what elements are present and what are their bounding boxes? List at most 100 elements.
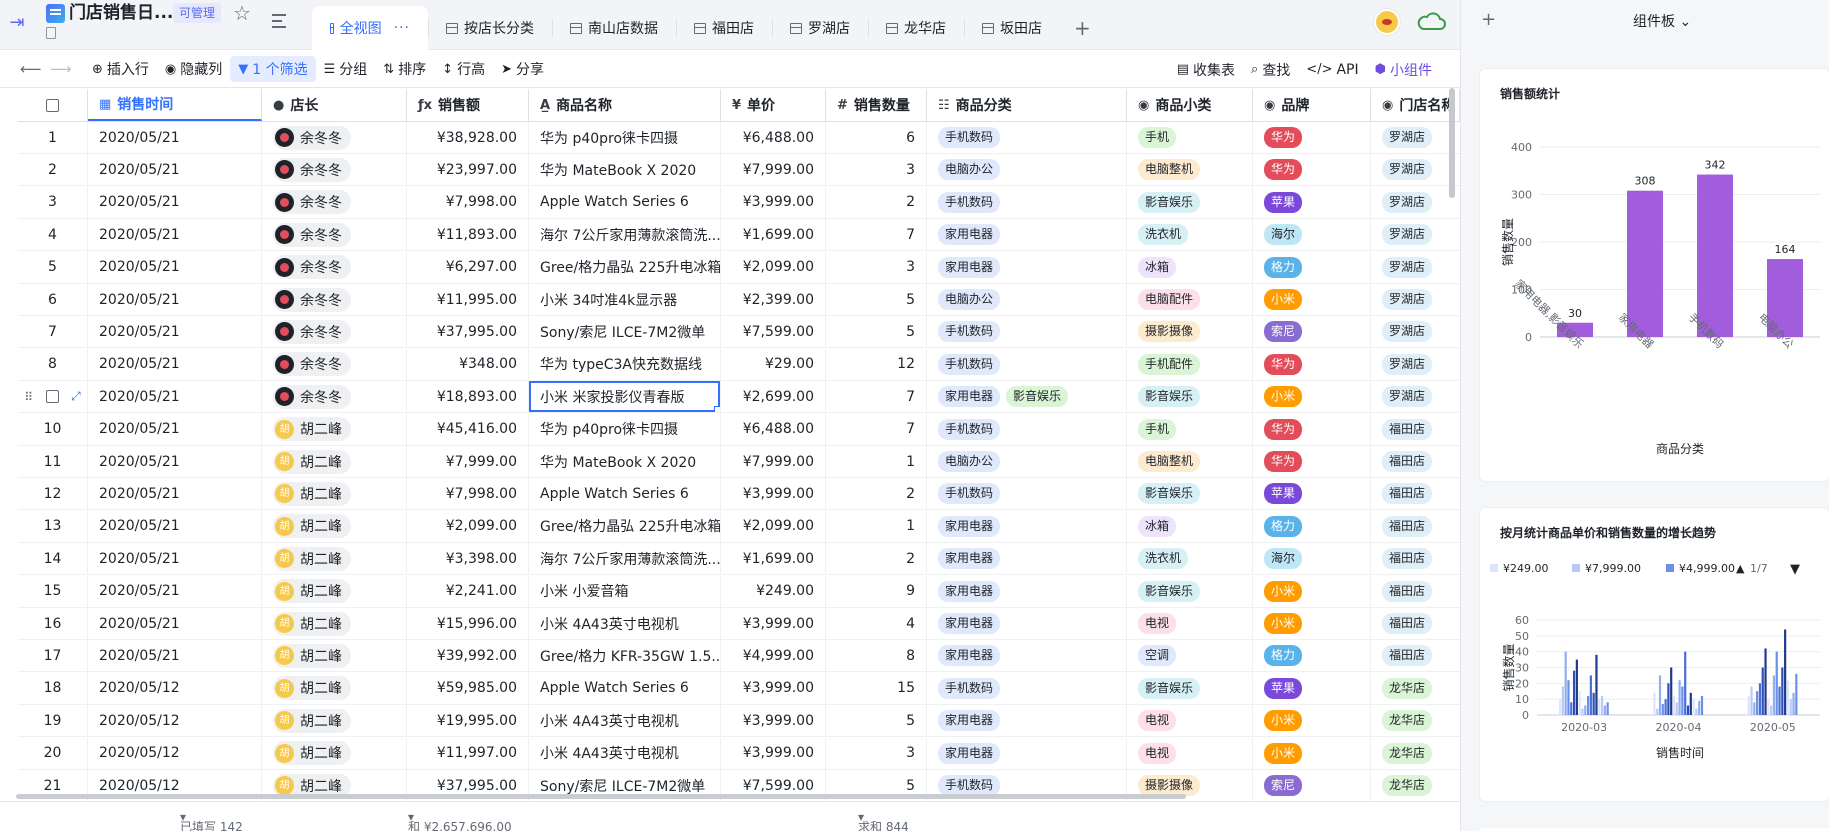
table-row[interactable]: 6 2020/05/21 余冬冬 ¥11,995.00 小米 34吋准4k显示器 ¥2,3… [18,284,1460,316]
cell-product-name[interactable]: 华为 MateBook X 2020 [529,154,721,186]
cell-brand[interactable]: 华为 [1253,348,1371,380]
row-index[interactable]: ⠿ ⤢ [18,381,88,413]
cell-product-name[interactable]: 华为 typeC3A快充数据线 [529,348,721,380]
cell-sale-time[interactable]: 2020/05/12 [88,737,262,769]
cell-brand[interactable]: 华为 [1253,122,1371,153]
cell-brand[interactable]: 苹果 [1253,478,1371,510]
cell-manager[interactable]: 余冬冬 [262,381,407,413]
row-height-button[interactable]: ↕ 行高 [434,56,493,82]
cell-subcategory[interactable]: 影音娱乐 [1127,575,1253,607]
cell-unit-price[interactable]: ¥2,099.00 [721,510,826,542]
widget-board-dropdown[interactable]: 组件板 ⌄ [1633,11,1691,31]
cell-subcategory[interactable]: 手机 [1127,122,1253,153]
row-index[interactable]: 1 [18,122,88,153]
cell-sale-time[interactable]: 2020/05/21 [88,186,262,218]
cell-manager[interactable]: 胡胡二峰 [262,510,407,542]
cell-store[interactable]: 罗湖店 [1371,154,1460,185]
cell-sale-time[interactable]: 2020/05/21 [88,122,262,153]
cell-product-name[interactable]: Gree/格力晶弘 225升电冰箱 [529,510,721,542]
cell-brand[interactable]: 格力 [1253,251,1371,283]
cell-store[interactable]: 福田店 [1371,576,1460,607]
column-header-quantity[interactable]: # 销售数量 [826,89,927,121]
cell-sale-time[interactable]: 2020/05/21 [88,316,262,348]
cell-subcategory[interactable]: 洗衣机 [1127,543,1253,575]
quantity-sum[interactable]: 求和 844 ▾ [858,810,909,831]
cell-sale-time[interactable]: 2020/05/21 [88,640,262,672]
vertical-scrollbar[interactable] [1449,88,1455,198]
cell-category[interactable]: 手机数码 [927,348,1127,380]
cell-sales[interactable]: ¥15,996.00 [407,608,529,639]
cell-store[interactable]: 福田店 [1371,446,1460,477]
cell-category[interactable]: 家用电器 [927,510,1127,542]
cell-store[interactable]: 龙华店 [1371,770,1460,801]
cell-store[interactable]: 福田店 [1371,414,1460,445]
table-row[interactable]: 14 2020/05/21 胡胡二峰 ¥3,398.00 海尔 7公斤家用薄款滚筒洗..… [18,543,1460,576]
cell-sales[interactable]: ¥37,995.00 [407,316,529,348]
cell-manager[interactable]: 胡胡二峰 [262,446,407,477]
row-index[interactable]: 10 [18,413,88,445]
cell-sales[interactable]: ¥348.00 [407,348,529,380]
cell-sales[interactable]: ¥18,893.00 [407,381,529,413]
cell-sales[interactable]: ¥59,985.00 [407,672,529,704]
cell-quantity[interactable]: 3 [826,251,927,283]
cell-brand[interactable]: 小米 [1253,608,1371,639]
cell-sale-time[interactable]: 2020/05/21 [88,348,262,380]
tab-bantian[interactable]: 坂田店 [964,6,1060,50]
cell-category[interactable]: 电脑办公 [927,284,1127,315]
cell-unit-price[interactable]: ¥2,699.00 [721,381,826,413]
cell-sale-time[interactable]: 2020/05/12 [88,672,262,704]
cell-unit-price[interactable]: ¥4,999.00 [721,640,826,672]
cell-category[interactable]: 家用电器 [927,705,1127,737]
checkbox[interactable] [46,98,59,112]
row-index[interactable]: 12 [18,478,88,510]
cell-product-name[interactable]: 海尔 7公斤家用薄款滚筒洗... [529,219,721,251]
cell-brand[interactable]: 索尼 [1253,770,1371,801]
cell-manager[interactable]: 胡胡二峰 [262,413,407,445]
add-view-button[interactable]: + [1060,6,1105,50]
cell-quantity[interactable]: 2 [826,186,927,218]
cell-product-name[interactable]: Apple Watch Series 6 [529,672,721,704]
cell-sales[interactable]: ¥3,398.00 [407,543,529,575]
cell-manager[interactable]: 余冬冬 [262,251,407,283]
cell-subcategory[interactable]: 影音娱乐 [1127,672,1253,704]
cell-manager[interactable]: 胡胡二峰 [262,575,407,607]
cell-subcategory[interactable]: 电脑整机 [1127,446,1253,477]
cell-subcategory[interactable]: 影音娱乐 [1127,478,1253,510]
cell-category[interactable]: 家用电器 [927,640,1127,672]
cell-brand[interactable]: 小米 [1253,284,1371,315]
cell-sales[interactable]: ¥39,992.00 [407,640,529,672]
cell-sales[interactable]: ¥2,099.00 [407,510,529,542]
hide-column-button[interactable]: ◉ 隐藏列 [157,56,230,82]
cell-quantity[interactable]: 12 [826,348,927,380]
cell-subcategory[interactable]: 影音娱乐 [1127,186,1253,218]
cell-store[interactable]: 福田店 [1371,608,1460,639]
insert-row-button[interactable]: ⊕ 插入行 [84,56,157,82]
cell-sales[interactable]: ¥7,998.00 [407,186,529,218]
cell-sales[interactable]: ¥11,893.00 [407,219,529,251]
column-header-subcategory[interactable]: ◉ 商品小类 [1127,89,1253,121]
cell-category[interactable]: 家用电器 [927,608,1127,639]
cell-brand[interactable]: 格力 [1253,510,1371,542]
cell-brand[interactable]: 苹果 [1253,672,1371,704]
cell-sale-time[interactable]: 2020/05/21 [88,575,262,607]
redo-icon[interactable]: ⟶ [50,60,72,78]
cell-quantity[interactable]: 5 [826,284,927,315]
cell-store[interactable]: 龙华店 [1371,705,1460,736]
table-row[interactable]: 8 2020/05/21 余冬冬 ¥348.00 华为 typeC3A快充数据线 ¥29.… [18,348,1460,381]
row-index[interactable]: 4 [18,219,88,251]
checkbox[interactable] [45,390,59,404]
add-widget-button[interactable]: + [1481,9,1496,30]
cell-category[interactable]: 家用电器 [927,737,1127,769]
cell-manager[interactable]: 余冬冬 [262,154,407,186]
cell-subcategory[interactable]: 洗衣机 [1127,219,1253,251]
cell-quantity[interactable]: 3 [826,154,927,186]
cell-unit-price[interactable]: ¥1,699.00 [721,543,826,575]
api-button[interactable]: </> API [1298,57,1366,83]
cell-brand[interactable]: 苹果 [1253,186,1371,218]
cell-unit-price[interactable]: ¥2,099.00 [721,251,826,283]
table-row[interactable]: 11 2020/05/21 胡胡二峰 ¥7,999.00 华为 MateBook X 2… [18,446,1460,478]
cell-quantity[interactable]: 9 [826,575,927,607]
cell-category[interactable]: 电脑办公 [927,446,1127,477]
cell-category[interactable]: 手机数码 [927,478,1127,510]
column-header-sales[interactable]: ƒx 销售额 [407,89,529,121]
